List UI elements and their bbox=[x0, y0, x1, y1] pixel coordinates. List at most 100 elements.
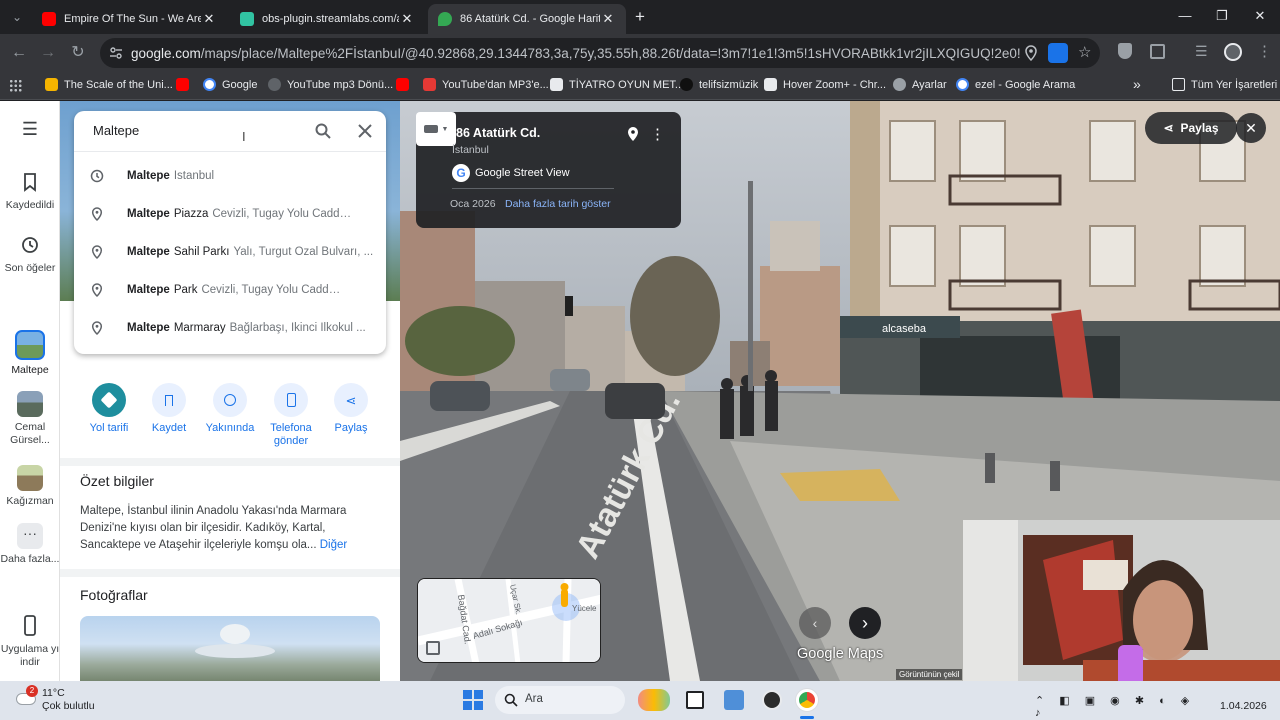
obs-app-icon[interactable] bbox=[762, 690, 782, 710]
share-button[interactable]: ⋖ Paylaş bbox=[321, 383, 381, 435]
suggestion-item[interactable]: Maltepe Marmaray Bağlarbaşı, İkinci İlko… bbox=[74, 309, 386, 347]
start-button[interactable] bbox=[463, 690, 483, 710]
suggestion-item[interactable]: Maltepe Park Cevizli, Tugay Yolu Caddesi… bbox=[74, 271, 386, 309]
file-icon bbox=[764, 78, 777, 91]
divider bbox=[60, 458, 400, 466]
suggestion-item[interactable]: Maltepe İstanbul bbox=[74, 157, 386, 195]
bookmark-item[interactable]: YouTube mp3 Dönü... bbox=[268, 78, 393, 91]
place-thumbnail bbox=[15, 330, 45, 360]
apps-grid-icon[interactable] bbox=[9, 79, 22, 92]
rail-recent-place-kagizman[interactable]: Kağızman bbox=[0, 465, 60, 508]
google-street-view-brand: G Google Street View bbox=[452, 164, 570, 182]
suggestion-item[interactable]: Maltepe Sahil Parkı Yalı, Turgut Özal Bu… bbox=[74, 233, 386, 271]
cast-icon[interactable] bbox=[1048, 43, 1068, 63]
bookmark-item[interactable]: TİYATRO OYUN MET... bbox=[550, 78, 684, 91]
media-control-icon[interactable]: ☰ bbox=[1195, 43, 1208, 60]
bookmark-item[interactable]: Google bbox=[203, 78, 257, 91]
taskbar-search-placeholder: Ara bbox=[525, 693, 543, 705]
next-arrow-button[interactable]: › bbox=[849, 607, 881, 639]
bookmark-item[interactable]: The Scale of the Uni... bbox=[45, 78, 173, 91]
street-view-minimap[interactable]: Bağdat Cad. Adalı Sokağı Uçar Sk. Yücele bbox=[417, 578, 601, 663]
rail-recent-place-maltepe[interactable]: Maltepe bbox=[0, 330, 60, 377]
previous-arrow-button[interactable]: ‹ bbox=[799, 607, 831, 639]
weather-widget[interactable]: 2 11°C Çok bulutlu bbox=[14, 685, 104, 715]
nearby-button[interactable]: Yakınında bbox=[200, 383, 260, 435]
close-tab-icon[interactable]: ✕ bbox=[399, 11, 415, 27]
divider bbox=[60, 569, 400, 577]
tab-search-chevron-icon[interactable]: ⌄ bbox=[6, 6, 28, 28]
tab-google-maps[interactable]: 86 Atatürk Cd. - Google Haritalar ✕ bbox=[428, 4, 626, 34]
restore-button[interactable]: ❐ bbox=[1212, 8, 1232, 24]
nearby-icon bbox=[213, 383, 247, 417]
more-dates-link[interactable]: Daha fazla tarih göster bbox=[505, 198, 611, 210]
directions-button[interactable]: Yol tarifi bbox=[79, 383, 139, 435]
rail-saved[interactable]: Kaydedildi bbox=[0, 169, 60, 212]
history-icon bbox=[90, 169, 104, 183]
close-street-view-button[interactable]: ✕ bbox=[1236, 113, 1266, 143]
search-icon[interactable] bbox=[314, 122, 332, 140]
browser-menu-icon[interactable]: ⋮ bbox=[1257, 42, 1272, 60]
bookmark-favicon-icon bbox=[45, 78, 58, 91]
share-pill-button[interactable]: ⋖ Paylaş bbox=[1145, 112, 1237, 144]
bookmark-star-icon[interactable]: ☆ bbox=[1078, 43, 1091, 61]
tray-icons[interactable]: ⌃ ◧ ▣ ◉ ✱ ◐ ◈ ♪ bbox=[1035, 694, 1205, 719]
forward-button[interactable]: → bbox=[37, 42, 59, 64]
address-bar[interactable]: google.com/maps/place/Maltepe%2FİstanbuI… bbox=[100, 38, 1100, 68]
rail-more[interactable]: ··· Daha fazla... bbox=[0, 523, 60, 566]
suggestion-item[interactable]: Maltepe Piazza Cevizli, Tugay Yolu Cadde… bbox=[74, 195, 386, 233]
keyboard-toggle[interactable]: ▼ bbox=[416, 112, 456, 146]
expand-map-icon[interactable] bbox=[426, 641, 440, 655]
close-tab-icon[interactable]: ✕ bbox=[201, 11, 217, 27]
bookmark-item[interactable]: ezel - Google Arama bbox=[956, 78, 1075, 91]
bookmarks-overflow-button[interactable]: » bbox=[1133, 76, 1141, 92]
tab-streamlabs[interactable]: obs-plugin.streamlabs.com/auth ✕ bbox=[230, 4, 425, 34]
extensions-puzzle-icon[interactable] bbox=[1150, 44, 1165, 59]
all-bookmarks-folder[interactable]: Tüm Yer İşaretleri bbox=[1172, 78, 1277, 91]
bookmark-item[interactable]: Hover Zoom+ - Chr... bbox=[764, 78, 886, 91]
rail-recent[interactable]: Son öğeler bbox=[0, 232, 60, 275]
reload-button[interactable]: ↻ bbox=[67, 42, 89, 64]
site-info-icon[interactable] bbox=[109, 46, 123, 60]
new-tab-button[interactable]: + bbox=[630, 7, 650, 27]
photos-title: Fotoğraflar bbox=[80, 587, 148, 603]
photo-thumbnail[interactable] bbox=[80, 616, 380, 681]
close-window-button[interactable]: ✕ bbox=[1250, 8, 1270, 24]
google-favicon-icon bbox=[203, 78, 216, 91]
close-icon[interactable] bbox=[358, 124, 372, 138]
bookmark-item[interactable]: telifsizmüzik bbox=[680, 78, 758, 91]
shield-extension-icon[interactable] bbox=[1118, 43, 1132, 59]
overview-title: Özet bilgiler bbox=[80, 473, 154, 489]
overview-more-link[interactable]: Diğer bbox=[320, 539, 347, 551]
bookmark-item[interactable]: Ayarlar bbox=[893, 78, 947, 91]
folder-icon bbox=[1172, 78, 1185, 91]
bookmark-item[interactable] bbox=[396, 78, 415, 91]
send-to-phone-button[interactable]: Telefona gönder bbox=[261, 383, 321, 448]
more-options-icon[interactable]: ⋮ bbox=[650, 125, 665, 143]
widgets-app-icon[interactable] bbox=[724, 690, 744, 710]
taskbar-search[interactable]: Ara bbox=[495, 686, 625, 714]
back-button[interactable]: ← bbox=[8, 42, 30, 64]
pin-icon[interactable] bbox=[627, 126, 639, 142]
location-icon[interactable] bbox=[1025, 45, 1037, 61]
rail-get-app[interactable]: Uygulama yı indir bbox=[0, 613, 60, 669]
url-text: google.com/maps/place/Maltepe%2FİstanbuI… bbox=[131, 46, 1021, 61]
bookmark-item[interactable]: YouTube'dan MP3'e... bbox=[423, 78, 549, 91]
gear-icon bbox=[893, 78, 906, 91]
task-view-icon[interactable] bbox=[686, 691, 704, 709]
divider bbox=[74, 151, 386, 152]
tab-youtube[interactable]: Empire Of The Sun - We Are The People ✕ bbox=[32, 4, 227, 34]
menu-button[interactable]: ☰ bbox=[0, 120, 60, 138]
search-input[interactable]: Maltepe bbox=[93, 123, 139, 138]
rail-recent-place-cemal[interactable]: Cemal Gürsel... bbox=[0, 391, 60, 447]
save-button[interactable]: Kaydet bbox=[139, 383, 199, 435]
tab-title: 86 Atatürk Cd. - Google Haritalar bbox=[460, 13, 600, 25]
minimize-button[interactable]: — bbox=[1175, 8, 1195, 23]
search-highlight-icon[interactable] bbox=[638, 689, 670, 711]
close-tab-icon[interactable]: ✕ bbox=[600, 11, 616, 27]
maps-pin-favicon-icon bbox=[438, 12, 452, 26]
chrome-app-icon[interactable] bbox=[796, 689, 818, 711]
profile-avatar[interactable] bbox=[1224, 43, 1242, 61]
clock-date[interactable]: 1.04.2026 bbox=[1220, 700, 1267, 712]
image-credit[interactable]: Görüntünün çekil bbox=[896, 669, 963, 680]
bookmark-item[interactable] bbox=[176, 78, 195, 91]
